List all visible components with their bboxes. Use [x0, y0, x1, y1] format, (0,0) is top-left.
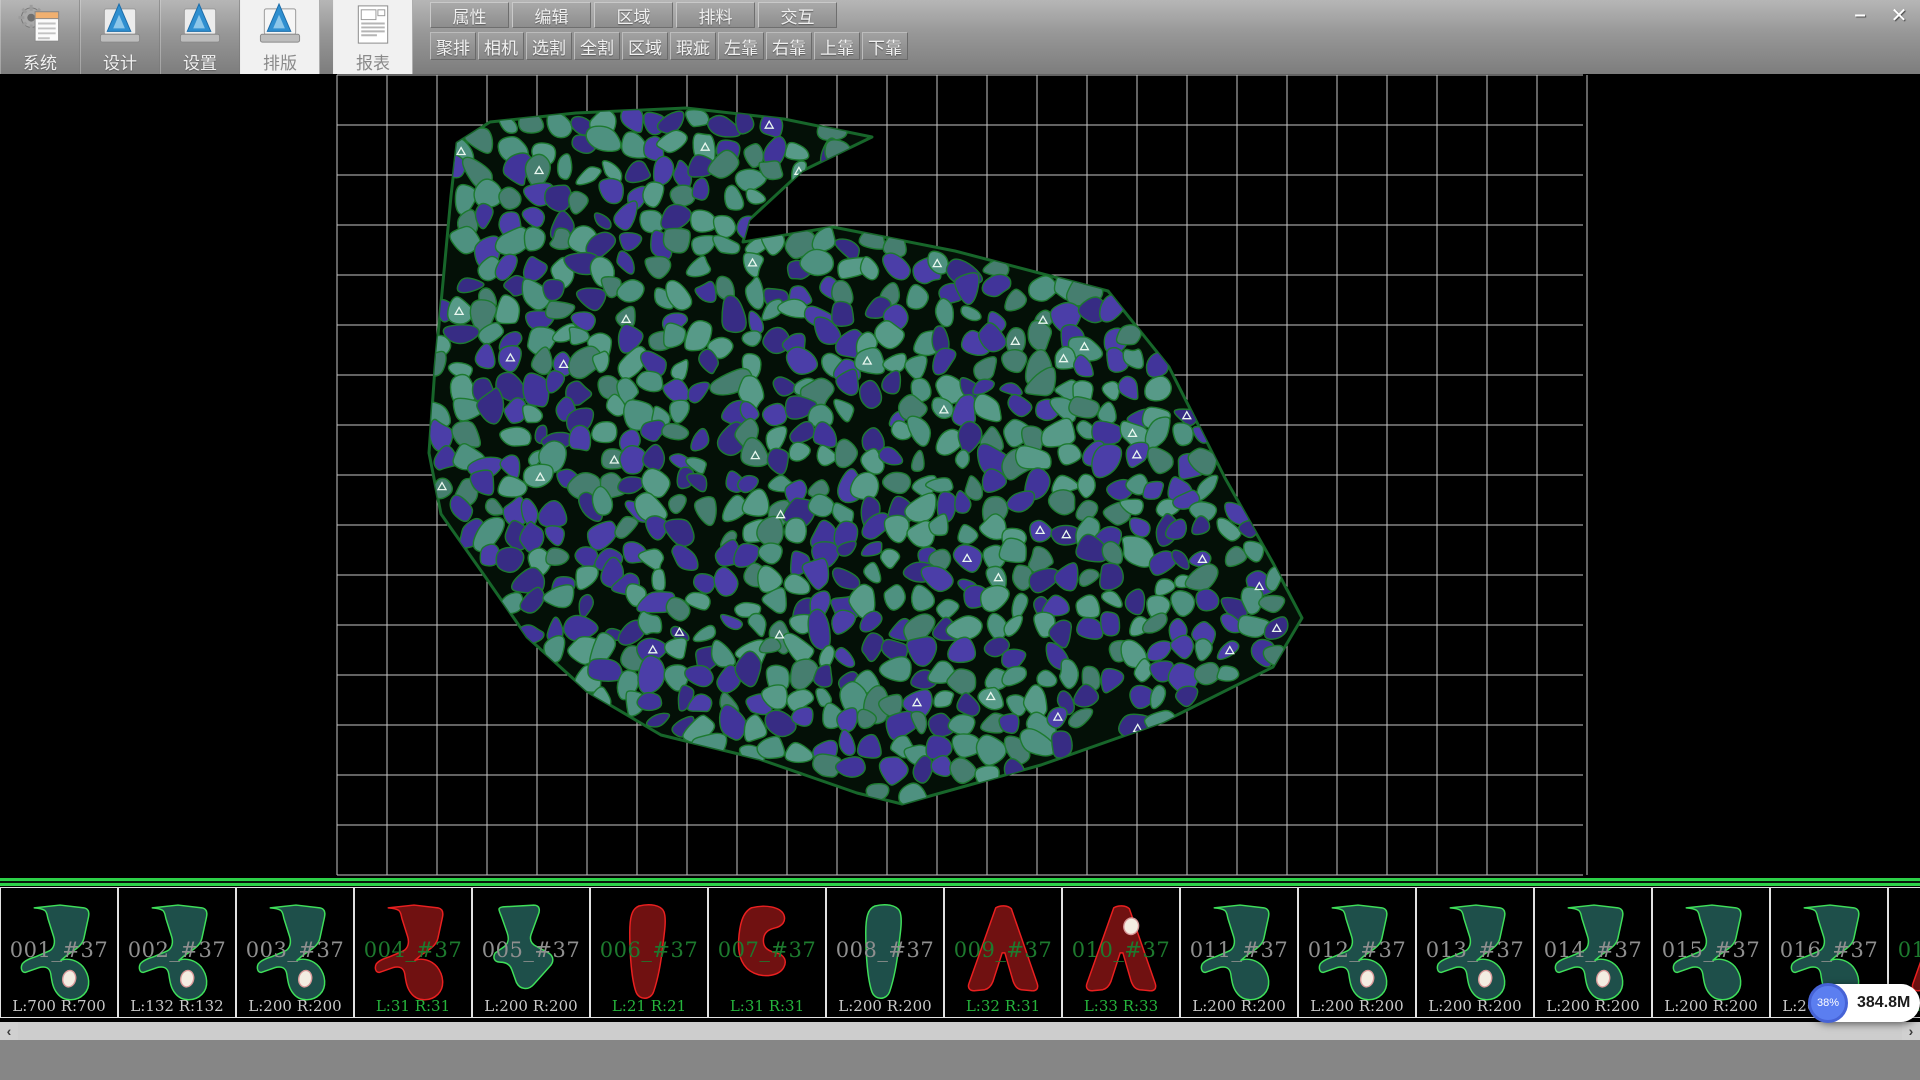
menu-region[interactable]: 区域 [594, 2, 673, 28]
main-tabs: 系统 设计 设置 [0, 0, 413, 74]
minimize-button[interactable]: – [1843, 3, 1877, 27]
tool-camera[interactable]: 相机 [478, 32, 524, 60]
piece-lr-count: L:132 R:132 [119, 997, 235, 1015]
thumbnail-007[interactable]: 007_#37 L:31 R:31 [708, 887, 826, 1018]
menu-properties[interactable]: 属性 [430, 2, 509, 28]
tool-cut-selected[interactable]: 选割 [526, 32, 572, 60]
piece-lr-count: L:700 R:700 [1, 997, 117, 1015]
piece-lr-count: L:200 R:200 [827, 997, 943, 1015]
thumbnail-008[interactable]: 008_#37 L:200 R:200 [826, 887, 944, 1018]
thumbnails-divider [0, 878, 1920, 887]
horizontal-scrollbar[interactable]: ‹ › [0, 1022, 1920, 1040]
thumbnail-014[interactable]: 014_#37 L:200 R:200 [1534, 887, 1652, 1018]
tool-snap-left[interactable]: 左靠 [718, 32, 764, 60]
menu-bar: 属性编辑区域排料交互 [430, 2, 908, 28]
title-toolbar: 系统 设计 设置 [0, 0, 1920, 74]
piece-lr-count: L:200 R:200 [1417, 997, 1533, 1015]
nesting-canvas[interactable] [0, 74, 1920, 878]
piece-lr-count: L:200 R:200 [1653, 997, 1769, 1015]
menu-nest-material[interactable]: 排料 [676, 2, 755, 28]
scroll-left-button[interactable]: ‹ [0, 1022, 18, 1040]
tool-bar: 聚排相机选割全割区域瑕疵左靠右靠上靠下靠 [430, 32, 908, 60]
piece-id: 003_#37 [237, 938, 353, 962]
piece-id: 002_#37 [119, 938, 235, 962]
piece-id: 005_#37 [473, 938, 589, 962]
tool-region[interactable]: 区域 [622, 32, 668, 60]
tool-snap-up[interactable]: 上靠 [814, 32, 860, 60]
thumbnail-011[interactable]: 011_#37 L:200 R:200 [1180, 887, 1298, 1018]
tab-settings[interactable]: 设置 [160, 0, 240, 74]
piece-id: 010_#37 [1063, 938, 1179, 962]
piece-id: 001_#37 [1, 938, 117, 962]
thumbnail-010[interactable]: 010_#37 L:33 R:33 [1062, 887, 1180, 1018]
thumbnail-001[interactable]: 001_#37 L:700 R:700 [0, 887, 118, 1018]
tab-report[interactable]: 报表 [333, 0, 413, 74]
piece-id: 013_#37 [1417, 938, 1533, 962]
tool-defect[interactable]: 瑕疵 [670, 32, 716, 60]
thumbnail-003[interactable]: 003_#37 L:200 R:200 [236, 887, 354, 1018]
thumbnail-004[interactable]: 004_#37 L:31 R:31 [354, 887, 472, 1018]
nesting-ruler-icon [256, 1, 304, 48]
thumbnail-002[interactable]: 002_#37 L:132 R:132 [118, 887, 236, 1018]
report-doc-icon [349, 1, 397, 48]
thumbnail-005[interactable]: 005_#37 L:200 R:200 [472, 887, 590, 1018]
piece-thumbnail-strip: 001_#37L:700 R:700002_#37L:132 R:132003_… [0, 887, 1920, 1022]
tab-label: 系统 [23, 49, 57, 74]
piece-id: 008_#37 [827, 938, 943, 962]
progress-percent: 38% [1817, 997, 1839, 1009]
piece-lr-count: L:31 R:31 [709, 997, 825, 1015]
hide-layout-svg [0, 74, 1920, 878]
tab-label: 排版 [263, 49, 297, 74]
thumbnail-015[interactable]: 015_#37 L:200 R:200 [1652, 887, 1770, 1018]
tool-snap-right[interactable]: 右靠 [766, 32, 812, 60]
memory-badge[interactable]: 38% 384.8M [1810, 984, 1920, 1022]
piece-id: 004_#37 [355, 938, 471, 962]
memory-value: 384.8M [1857, 994, 1910, 1012]
piece-id: 007_#37 [709, 938, 825, 962]
piece-id: 015_#37 [1653, 938, 1769, 962]
piece-lr-count: L:21 R:21 [591, 997, 707, 1015]
piece-lr-count: L:33 R:33 [1063, 997, 1179, 1015]
piece-lr-count: L:200 R:200 [237, 997, 353, 1015]
close-button[interactable]: ✕ [1882, 3, 1916, 27]
design-ruler-icon [96, 1, 144, 48]
tool-snap-down[interactable]: 下靠 [862, 32, 908, 60]
system-gear-doc-icon [16, 1, 64, 48]
piece-id: 012_#37 [1299, 938, 1415, 962]
tab-label: 报表 [356, 49, 390, 74]
piece-id: 006_#37 [591, 938, 707, 962]
tab-nesting[interactable]: 排版 [240, 0, 320, 74]
tool-cut-all[interactable]: 全割 [574, 32, 620, 60]
piece-id: 016_#37 [1771, 938, 1887, 962]
piece-lr-count: L:200 R:200 [473, 997, 589, 1015]
piece-lr-count: L:200 R:200 [1299, 997, 1415, 1015]
piece-lr-count: L:200 R:200 [1535, 997, 1651, 1015]
tab-label: 设计 [103, 49, 137, 74]
tab-system[interactable]: 系统 [0, 0, 80, 74]
thumbnail-013[interactable]: 013_#37 L:200 R:200 [1416, 887, 1534, 1018]
progress-circle: 38% [1808, 983, 1848, 1023]
menu-interact[interactable]: 交互 [758, 2, 837, 28]
status-bar [0, 1040, 1920, 1080]
piece-id: 014_#37 [1535, 938, 1651, 962]
piece-id: 017_#37 [1889, 938, 1920, 962]
scroll-right-button[interactable]: › [1902, 1022, 1920, 1040]
tool-cluster-nest[interactable]: 聚排 [430, 32, 476, 60]
settings-ruler-icon [176, 1, 224, 48]
menu-edit[interactable]: 编辑 [512, 2, 591, 28]
piece-lr-count: L:31 R:31 [355, 997, 471, 1015]
tab-design[interactable]: 设计 [80, 0, 160, 74]
scrollbar-track[interactable] [18, 1022, 1902, 1040]
thumbnail-006[interactable]: 006_#37 L:21 R:21 [590, 887, 708, 1018]
piece-id: 009_#37 [945, 938, 1061, 962]
tab-label: 设置 [183, 49, 217, 74]
piece-lr-count: L:32 R:31 [945, 997, 1061, 1015]
thumbnail-009[interactable]: 009_#37 L:32 R:31 [944, 887, 1062, 1018]
piece-lr-count: L:200 R:200 [1181, 997, 1297, 1015]
thumbnail-012[interactable]: 012_#37 L:200 R:200 [1298, 887, 1416, 1018]
piece-id: 011_#37 [1181, 938, 1297, 962]
